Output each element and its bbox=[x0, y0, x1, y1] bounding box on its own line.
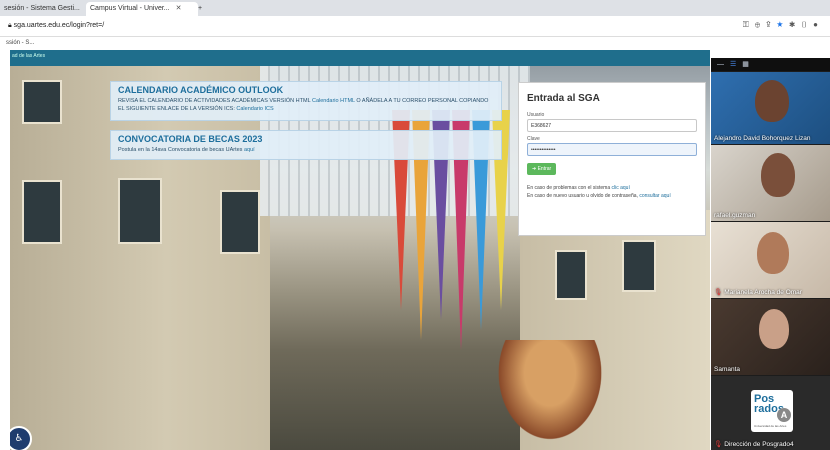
enter-button[interactable]: ➜ Entrar bbox=[527, 163, 557, 175]
becas-description: Postula en la 14ava Convocatoria de beca… bbox=[118, 147, 244, 153]
password-label: Clave bbox=[527, 136, 540, 142]
zoom-icon[interactable]: ⊕ bbox=[755, 20, 766, 29]
participant-video bbox=[757, 232, 789, 274]
accessibility-icon: ♿︎ bbox=[14, 433, 24, 444]
sidebar-icon[interactable]: ▯ bbox=[801, 20, 813, 29]
becas-announcement: CONVOCATORIA DE BECAS 2023 Postula en la… bbox=[110, 130, 502, 160]
help-problems-link[interactable]: clic aquí bbox=[612, 185, 630, 191]
profile-icon[interactable]: ● bbox=[813, 20, 824, 29]
participant-name: Samanta bbox=[714, 366, 741, 373]
accessibility-button[interactable]: ♿︎ bbox=[10, 426, 32, 450]
site-brand[interactable]: ad de las Artes bbox=[12, 53, 45, 59]
bookmarks-bar: ssión - S... bbox=[0, 37, 830, 49]
background-window bbox=[118, 178, 162, 244]
participant-name: Dirección de Posgrado4 bbox=[724, 441, 794, 448]
participant-tile[interactable]: Samanta bbox=[711, 299, 830, 375]
background-person bbox=[490, 340, 610, 450]
posgrado-logo: Pos rados A Universidad de las Artes bbox=[751, 390, 793, 432]
close-icon[interactable]: ✕ bbox=[176, 5, 182, 12]
background-window bbox=[555, 250, 587, 300]
browser-tab[interactable]: sesión - Sistema Gesti...✕ bbox=[0, 2, 88, 16]
url-text: sga.uartes.edu.ec/login?ret=/ bbox=[13, 22, 105, 29]
user-field[interactable]: E368627 bbox=[527, 119, 697, 132]
calendar-title: CALENDARIO ACADÉMICO OUTLOOK bbox=[118, 85, 284, 95]
browser-tab-label: Campus Virtual - Univer... bbox=[90, 5, 170, 12]
login-page: ad de las Artes CALENDARIO ACADÉMICO OUT… bbox=[10, 50, 710, 450]
new-tab-button[interactable]: + bbox=[194, 2, 212, 16]
mic-muted-icon: 🎙︎ bbox=[714, 289, 723, 296]
login-title: Entrada al SGA bbox=[527, 93, 600, 104]
tiles-icon[interactable]: ☰ bbox=[730, 61, 742, 68]
participant-tile[interactable]: 🎙︎ Marianela Arocha de Omar bbox=[711, 222, 830, 298]
participant-video bbox=[761, 153, 795, 197]
password-field[interactable]: •••••••••••••• bbox=[527, 143, 697, 156]
mic-muted-icon: 🎙︎ bbox=[714, 441, 723, 448]
user-label: Usuario bbox=[527, 112, 545, 118]
participant-name-row: 🎙︎ Marianela Arocha de Omar bbox=[714, 288, 802, 296]
calendar-description: REVISA EL CALENDARIO DE ACTIVIDADES ACAD… bbox=[118, 98, 311, 104]
becas-text: Postula en la 14ava Convocatoria de beca… bbox=[118, 146, 494, 154]
help-text: En caso de problemas con el sistema clic… bbox=[527, 184, 697, 200]
bookmark-item[interactable]: ssión - S... bbox=[6, 40, 34, 46]
becas-title: CONVOCATORIA DE BECAS 2023 bbox=[118, 134, 263, 144]
address-bar[interactable]: 🔒︎ sga.uartes.edu.ec/login?ret=/ ⚿⊕⇪★✱▯● bbox=[0, 16, 830, 37]
help-new-user-link[interactable]: consultar aquí bbox=[639, 193, 670, 199]
participant-name: rafael.guzman bbox=[714, 212, 756, 219]
logo-subtitle: Universidad de las Artes bbox=[754, 424, 787, 428]
calendar-html-link[interactable]: Calendario HTML bbox=[312, 98, 355, 104]
participant-video bbox=[755, 80, 789, 122]
help-new-user-text: En caso de nuevo usuario u olvido de con… bbox=[527, 193, 640, 199]
meeting-panel: —☰▦ Alejandro David Bohorquez Lizan rafa… bbox=[711, 58, 830, 450]
meeting-toolbar: —☰▦ bbox=[711, 58, 830, 71]
participant-name: Marianela Arocha de Omar bbox=[724, 289, 802, 296]
grid-icon[interactable]: ▦ bbox=[742, 61, 755, 68]
calendar-text: REVISA EL CALENDARIO DE ACTIVIDADES ACAD… bbox=[118, 97, 494, 113]
browser-toolbar-icons: ⚿⊕⇪★✱▯● bbox=[743, 20, 824, 30]
extensions-icon[interactable]: ✱ bbox=[789, 20, 801, 29]
share-icon[interactable]: ⇪ bbox=[766, 20, 777, 29]
minimize-icon[interactable]: — bbox=[717, 61, 730, 68]
site-header-bar: ad de las Artes bbox=[10, 50, 710, 66]
participant-tile[interactable]: rafael.guzman bbox=[711, 145, 830, 221]
calendar-announcement: CALENDARIO ACADÉMICO OUTLOOK REVISA EL C… bbox=[110, 81, 502, 121]
logo-letter: A bbox=[777, 408, 791, 422]
browser-tab-strip: sesión - Sistema Gesti...✕ Campus Virtua… bbox=[0, 0, 830, 16]
browser-tab-active[interactable]: Campus Virtual - Univer... ✕ bbox=[86, 2, 198, 16]
participant-name-row: 🎙︎ Dirección de Posgrado4 bbox=[714, 440, 794, 448]
background-window bbox=[22, 180, 62, 244]
background-window bbox=[622, 240, 656, 292]
star-icon[interactable]: ★ bbox=[777, 20, 790, 29]
background-window bbox=[220, 190, 260, 254]
key-icon[interactable]: ⚿ bbox=[743, 20, 755, 29]
participant-name: Alejandro David Bohorquez Lizan bbox=[714, 135, 811, 142]
participant-video bbox=[759, 309, 789, 349]
becas-link[interactable]: aquí bbox=[244, 147, 255, 153]
background-window bbox=[22, 80, 62, 124]
calendar-ics-link[interactable]: Calendario ICS bbox=[236, 106, 273, 112]
participant-tile[interactable]: Pos rados A Universidad de las Artes 🎙︎ D… bbox=[711, 376, 830, 450]
participant-tile[interactable]: Alejandro David Bohorquez Lizan bbox=[711, 72, 830, 144]
help-problems-text: En caso de problemas con el sistema bbox=[527, 185, 612, 191]
login-panel: Entrada al SGA Usuario E368627 Clave •••… bbox=[518, 82, 706, 236]
browser-tab-label: sesión - Sistema Gesti... bbox=[4, 5, 80, 12]
enter-button-label: Entrar bbox=[537, 166, 552, 172]
